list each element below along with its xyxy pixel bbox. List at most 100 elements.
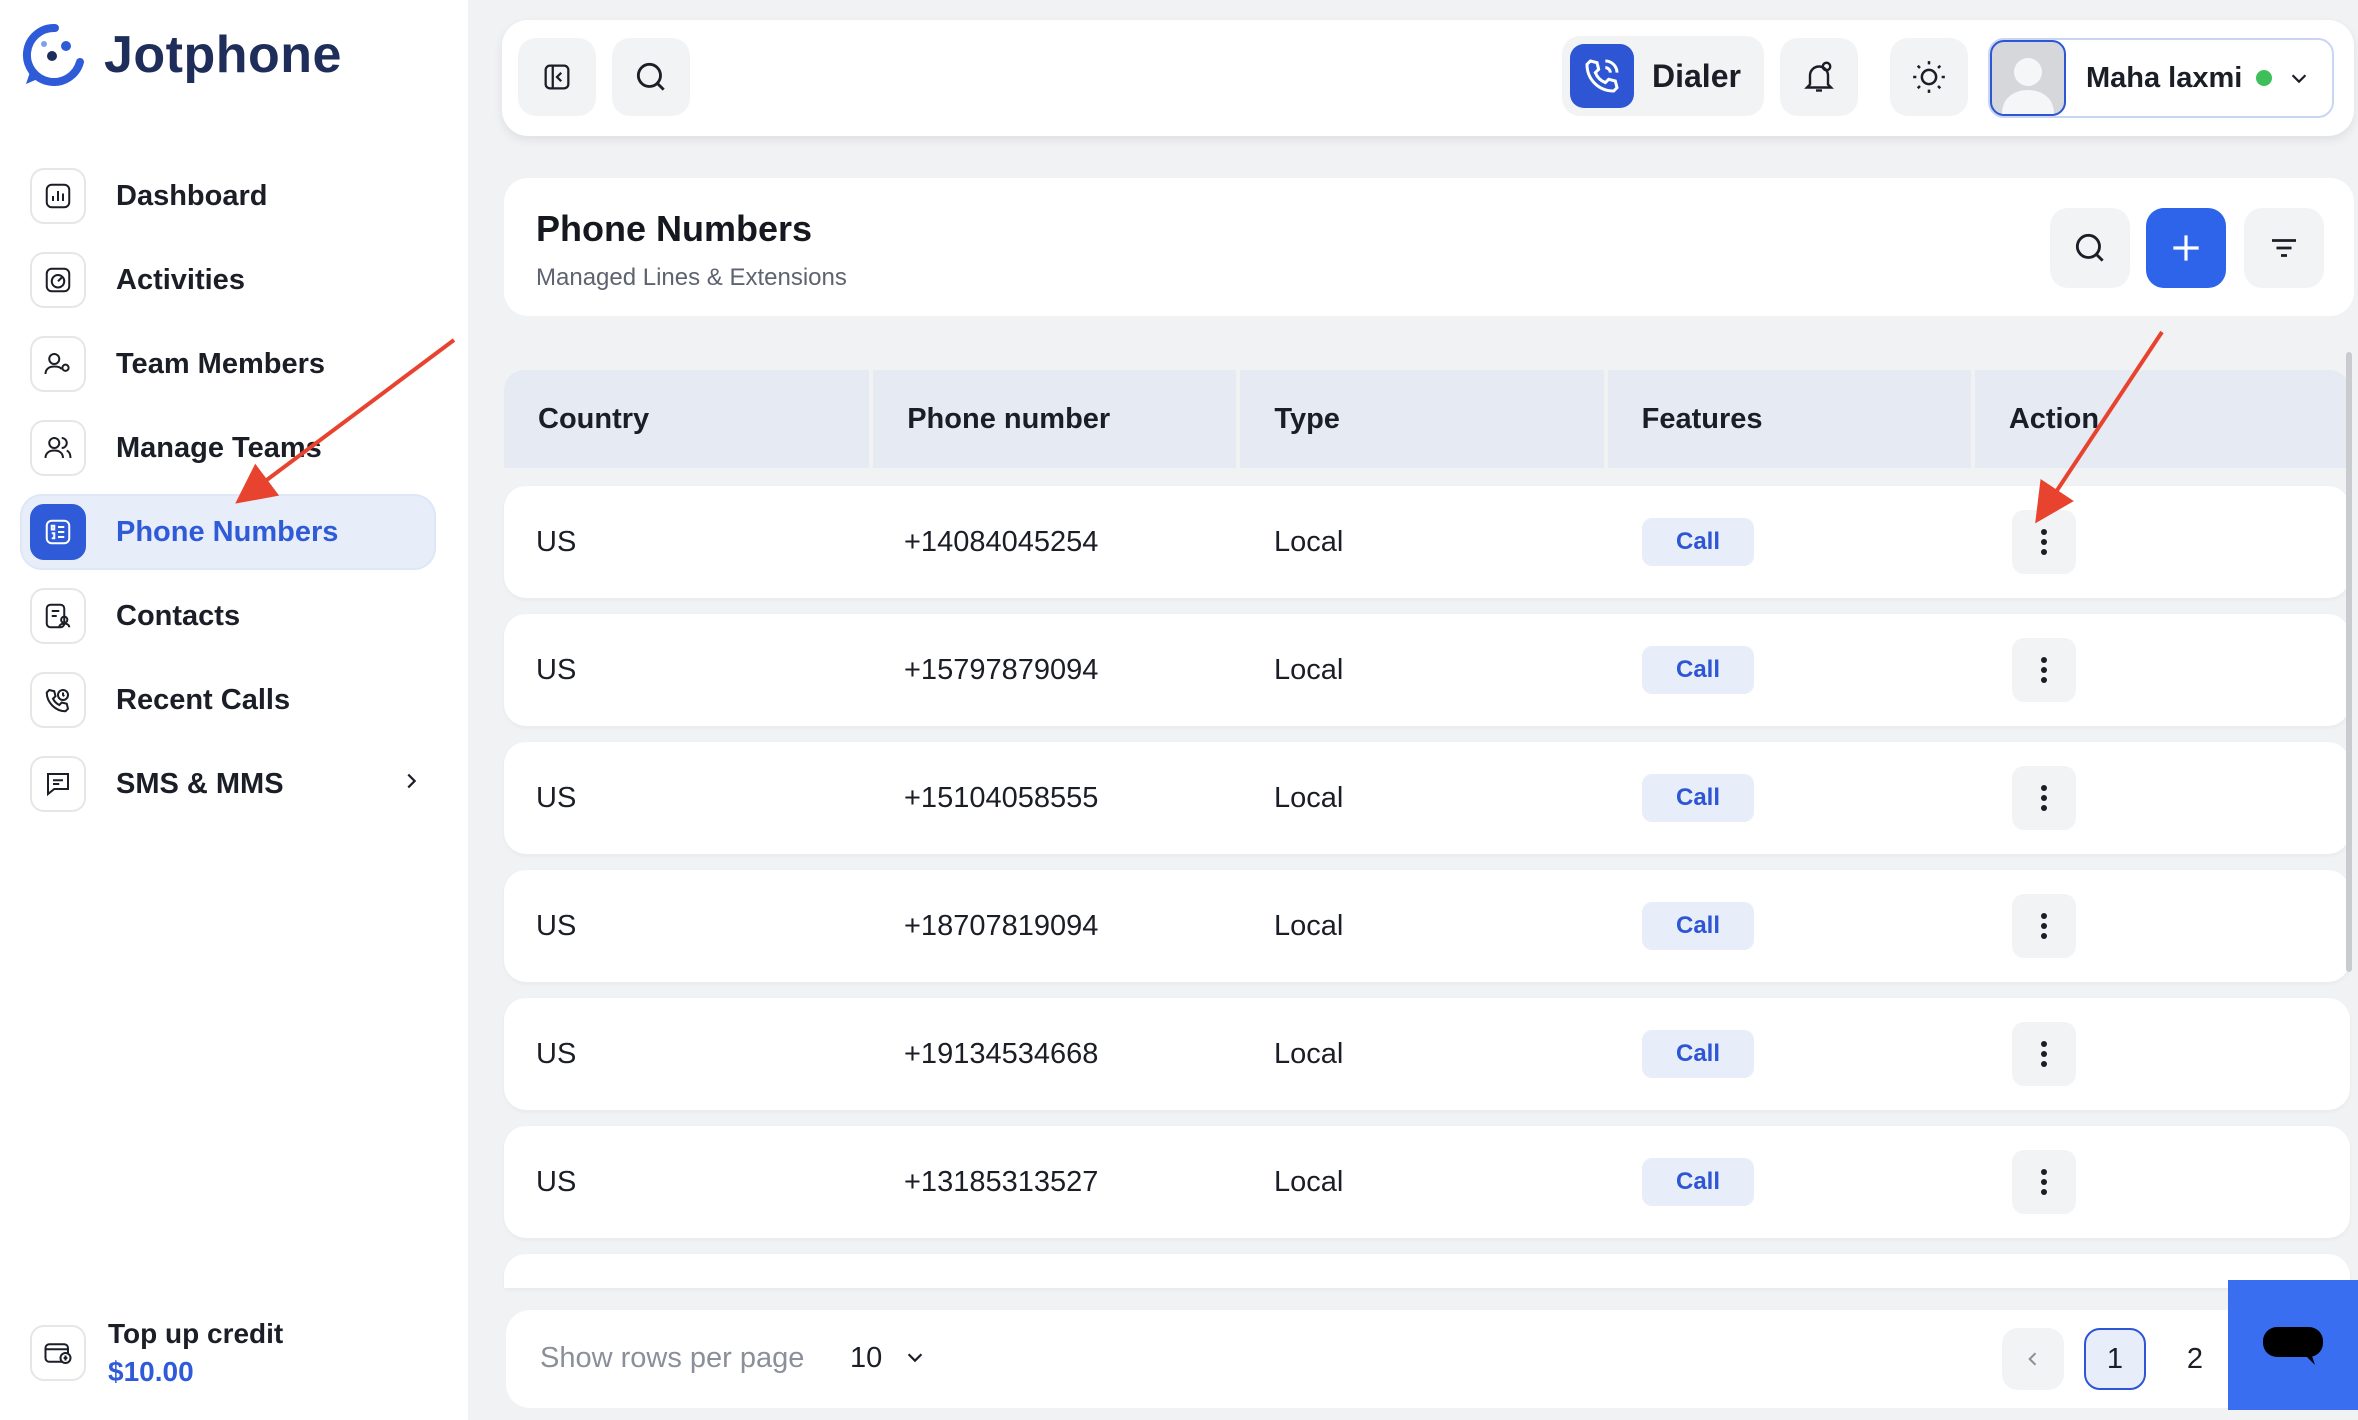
chevron-left-icon: [2028, 1352, 2037, 1366]
country-cell: US: [536, 653, 577, 686]
row-actions-button[interactable]: [2012, 766, 2076, 830]
theme-toggle-button[interactable]: [1890, 38, 1968, 116]
rows-per-page-select[interactable]: 10: [850, 1342, 882, 1375]
sidebar-item-contacts[interactable]: Contacts: [20, 578, 436, 654]
wallet-icon: [30, 1325, 86, 1381]
search-icon: [2075, 233, 2104, 262]
top-header: Dialer Maha laxmi: [502, 20, 2354, 136]
sidebar-item-activities[interactable]: Activities: [20, 242, 436, 318]
sidebar-item-label: Contacts: [116, 599, 241, 632]
type-cell: Local: [1274, 525, 1344, 558]
more-vertical-icon: [2041, 1041, 2047, 1067]
collapse-sidebar-button[interactable]: [518, 38, 596, 116]
table-row[interactable]: US +13185313527 Local Call: [504, 1126, 2350, 1238]
user-avatar-icon: [2002, 58, 2054, 114]
table-footer: Show rows per page 10 1 2: [506, 1310, 2350, 1408]
phone-number-cell: +18707819094: [904, 909, 1099, 942]
phone-list-icon: [30, 504, 86, 560]
table-row[interactable]: US +19134534668 Local Call: [504, 998, 2350, 1110]
chevron-down-icon: [2292, 74, 2307, 84]
phone-number-cell: +15104058555: [904, 781, 1099, 814]
row-actions-button[interactable]: [2012, 1150, 2076, 1214]
phone-number-cell: +13185313527: [904, 1165, 1099, 1198]
feature-badge: Call: [1642, 518, 1755, 566]
row-actions-button[interactable]: [2012, 894, 2076, 958]
feature-badge: Call: [1642, 1158, 1755, 1206]
filter-button[interactable]: [2244, 208, 2324, 288]
column-header-features[interactable]: Features: [1607, 370, 1971, 468]
more-vertical-icon: [2041, 1169, 2047, 1195]
row-actions-button[interactable]: [2012, 1022, 2076, 1086]
user-name: Maha laxmi: [2086, 61, 2243, 94]
top-up-credit[interactable]: Top up credit $10.00: [30, 1318, 283, 1388]
dialer-button[interactable]: Dialer: [1562, 36, 1764, 116]
row-actions-button[interactable]: [2012, 638, 2076, 702]
chevron-right-icon: [407, 773, 417, 789]
feature-badge: Call: [1642, 902, 1755, 950]
bell-icon: [1804, 61, 1834, 92]
add-number-button[interactable]: [2146, 208, 2226, 288]
page-1-button[interactable]: 1: [2084, 1328, 2146, 1390]
phone-call-icon: [1570, 44, 1634, 108]
sidebar-item-label: Manage Teams: [116, 431, 322, 464]
more-vertical-icon: [2041, 529, 2047, 555]
brand-logo[interactable]: Jotphone: [22, 22, 342, 88]
country-cell: US: [536, 909, 577, 942]
rows-per-page-label: Show rows per page: [540, 1342, 805, 1374]
previous-page-button[interactable]: [2002, 1328, 2064, 1390]
sidebar-item-sms-mms[interactable]: SMS & MMS: [20, 746, 436, 822]
country-cell: US: [536, 1165, 577, 1198]
sidebar-item-team-members[interactable]: Team Members: [20, 326, 436, 402]
sidebar-item-phone-numbers[interactable]: Phone Numbers: [20, 494, 436, 570]
page-2-button[interactable]: 2: [2164, 1328, 2226, 1390]
phone-number-cell: +14084045254: [904, 525, 1099, 558]
table-header: Country Phone number Type Features Actio…: [504, 370, 2350, 468]
user-gear-icon: [30, 336, 86, 392]
column-header-action[interactable]: Action: [1974, 370, 2350, 468]
notifications-button[interactable]: [1780, 38, 1858, 116]
top-up-label: Top up credit: [108, 1318, 284, 1349]
page-title: Phone Numbers: [536, 208, 813, 249]
table-row[interactable]: US +15104058555 Local Call: [504, 742, 2350, 854]
sidebar-item-dashboard[interactable]: Dashboard: [20, 158, 436, 234]
more-vertical-icon: [2041, 913, 2047, 939]
more-vertical-icon: [2041, 785, 2047, 811]
type-cell: Local: [1274, 1037, 1344, 1070]
sidebar-item-recent-calls[interactable]: Recent Calls: [20, 662, 436, 738]
column-header-type[interactable]: Type: [1240, 370, 1604, 468]
search-icon: [636, 62, 665, 91]
row-actions-button[interactable]: [2012, 510, 2076, 574]
table-scrollbar[interactable]: [2346, 352, 2352, 972]
table-row[interactable]: US +14084045254 Local Call: [504, 486, 2350, 598]
sidebar-item-manage-teams[interactable]: Manage Teams: [20, 410, 436, 486]
filter-icon: [2272, 239, 2296, 257]
contact-card-icon: [30, 588, 86, 644]
table-row[interactable]: [504, 1254, 2350, 1288]
sidebar-item-label: SMS & MMS: [116, 767, 284, 800]
sun-icon: [1913, 61, 1945, 93]
column-header-country[interactable]: Country: [504, 370, 870, 468]
chat-bubble-icon: [2263, 1327, 2323, 1365]
plus-icon: [2173, 235, 2199, 261]
message-icon: [30, 756, 86, 812]
sidebar-item-label: Activities: [116, 263, 245, 296]
chevron-down-icon[interactable]: [904, 1346, 926, 1368]
chat-widget-button[interactable]: [2228, 1280, 2358, 1410]
user-menu[interactable]: Maha laxmi: [1988, 38, 2334, 118]
sidebar-item-label: Recent Calls: [116, 683, 291, 716]
phone-number-cell: +15797879094: [904, 653, 1099, 686]
dialer-label: Dialer: [1652, 57, 1741, 94]
jotphone-logo-icon: [22, 23, 84, 86]
country-cell: US: [536, 1037, 577, 1070]
search-numbers-button[interactable]: [2050, 208, 2130, 288]
table-row[interactable]: US +18707819094 Local Call: [504, 870, 2350, 982]
table-row[interactable]: US +15797879094 Local Call: [504, 614, 2350, 726]
page-header-card: Phone Numbers Managed Lines & Extensions: [504, 178, 2354, 316]
country-cell: US: [536, 781, 577, 814]
column-header-phone-number[interactable]: Phone number: [873, 370, 1237, 468]
global-search-button[interactable]: [612, 38, 690, 116]
feature-badge: Call: [1642, 1030, 1755, 1078]
brand-name: Jotphone: [104, 26, 342, 84]
type-cell: Local: [1274, 653, 1344, 686]
type-cell: Local: [1274, 1165, 1344, 1198]
